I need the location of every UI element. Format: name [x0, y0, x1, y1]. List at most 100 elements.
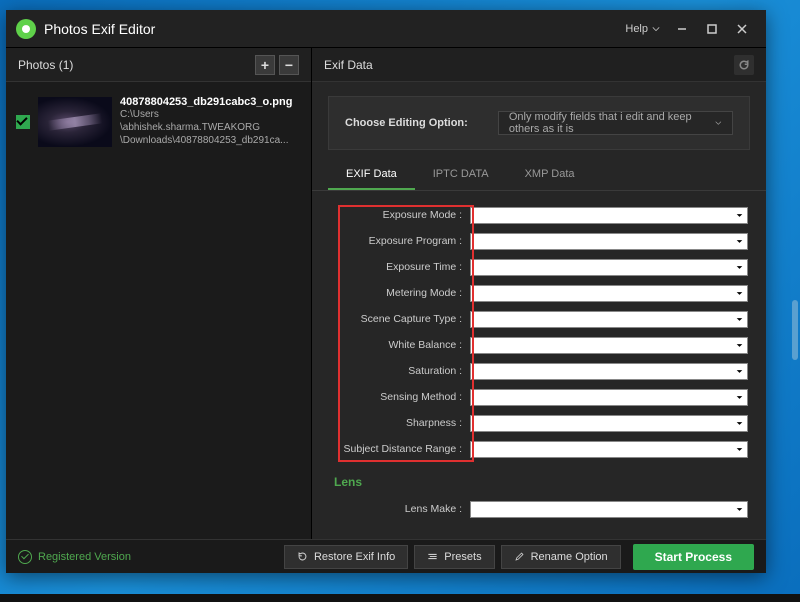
- input-exposure-program[interactable]: [470, 233, 748, 250]
- photo-filename: 40878804253_db291cabc3_o.png: [120, 96, 301, 108]
- chevron-down-icon: [736, 394, 743, 401]
- photos-pane: Photos (1) + − 40878804253_db291cabc3_o.…: [6, 48, 312, 539]
- row-white-balance: White Balance :: [330, 335, 748, 355]
- chevron-down-icon: [736, 238, 743, 245]
- input-exposure-time[interactable]: [470, 259, 748, 276]
- minimize-button[interactable]: [668, 17, 696, 41]
- photo-path-line1: C:\Users: [120, 108, 301, 121]
- start-label: Start Process: [655, 550, 732, 564]
- chevron-down-icon: [736, 368, 743, 375]
- input-sensing-method[interactable]: [470, 389, 748, 406]
- input-sharpness[interactable]: [470, 415, 748, 432]
- rename-option-button[interactable]: Rename Option: [501, 545, 621, 569]
- registered-label: Registered Version: [38, 551, 131, 563]
- taskbar: [0, 594, 800, 602]
- chevron-down-icon: [736, 264, 743, 271]
- photo-list: 40878804253_db291cabc3_o.png C:\Users \a…: [6, 82, 311, 539]
- presets-label: Presets: [444, 551, 481, 563]
- rename-label: Rename Option: [531, 551, 608, 563]
- restore-exif-button[interactable]: Restore Exif Info: [284, 545, 408, 569]
- restore-label: Restore Exif Info: [314, 551, 395, 563]
- label-saturation: Saturation :: [330, 365, 470, 377]
- row-subject-distance: Subject Distance Range :: [330, 439, 748, 459]
- input-white-balance[interactable]: [470, 337, 748, 354]
- editing-option-panel: Choose Editing Option: Only modify field…: [328, 96, 750, 150]
- row-exposure-program: Exposure Program :: [330, 231, 748, 251]
- chevron-down-icon: [736, 290, 743, 297]
- exif-title: Exif Data: [324, 58, 734, 72]
- app-title: Photos Exif Editor: [44, 21, 619, 37]
- maximize-button[interactable]: [698, 17, 726, 41]
- chevron-down-icon: [736, 342, 743, 349]
- chevron-down-icon: [736, 446, 743, 453]
- footer: Registered Version Restore Exif Info Pre…: [6, 539, 766, 573]
- help-menu[interactable]: Help: [619, 19, 666, 39]
- check-circle-icon: [18, 550, 32, 564]
- chevron-down-icon: [652, 25, 660, 33]
- restore-icon: [297, 551, 308, 562]
- input-lens-make[interactable]: [470, 501, 748, 518]
- add-photo-button[interactable]: +: [255, 55, 275, 75]
- photo-item[interactable]: 40878804253_db291cabc3_o.png C:\Users \a…: [16, 96, 301, 147]
- row-saturation: Saturation :: [330, 361, 748, 381]
- editing-option-label: Choose Editing Option:: [345, 117, 468, 129]
- row-metering-mode: Metering Mode :: [330, 283, 748, 303]
- label-sharpness: Sharpness :: [330, 417, 470, 429]
- refresh-icon: [738, 59, 750, 71]
- input-exposure-mode[interactable]: [470, 207, 748, 224]
- scrollbar-thumb[interactable]: [792, 300, 798, 360]
- chevron-down-icon: [736, 420, 743, 427]
- input-scene-capture[interactable]: [470, 311, 748, 328]
- exif-header: Exif Data: [312, 48, 766, 82]
- row-lens-make: Lens Make :: [330, 499, 748, 519]
- presets-button[interactable]: Presets: [414, 545, 494, 569]
- row-exposure-mode: Exposure Mode :: [330, 205, 748, 225]
- row-sharpness: Sharpness :: [330, 413, 748, 433]
- data-tabs: EXIF Data IPTC DATA XMP Data: [312, 160, 766, 191]
- remove-photo-button[interactable]: −: [279, 55, 299, 75]
- chevron-down-icon: [736, 212, 743, 219]
- presets-icon: [427, 551, 438, 562]
- row-scene-capture: Scene Capture Type :: [330, 309, 748, 329]
- input-subject-distance[interactable]: [470, 441, 748, 458]
- close-button[interactable]: [728, 17, 756, 41]
- input-metering-mode[interactable]: [470, 285, 748, 302]
- photo-thumbnail: [38, 97, 112, 147]
- label-white-balance: White Balance :: [330, 339, 470, 351]
- tab-xmp[interactable]: XMP Data: [507, 160, 593, 190]
- input-saturation[interactable]: [470, 363, 748, 380]
- label-exposure-time: Exposure Time :: [330, 261, 470, 273]
- photo-path-line3: \Downloads\40878804253_db291ca...: [120, 134, 301, 147]
- tab-exif[interactable]: EXIF Data: [328, 160, 415, 190]
- photo-path-line2: \abhishek.sharma.TWEAKORG: [120, 121, 301, 134]
- label-subject-distance: Subject Distance Range :: [330, 443, 470, 455]
- editing-option-value: Only modify fields that i edit and keep …: [509, 111, 716, 135]
- app-logo-icon: [16, 19, 36, 39]
- photo-meta: 40878804253_db291cabc3_o.png C:\Users \a…: [120, 96, 301, 147]
- chevron-down-icon: [736, 506, 743, 513]
- label-exposure-program: Exposure Program :: [330, 235, 470, 247]
- photo-checkbox[interactable]: [16, 115, 30, 129]
- chevron-down-icon: [715, 119, 722, 127]
- start-process-button[interactable]: Start Process: [633, 544, 754, 570]
- refresh-button[interactable]: [734, 55, 754, 75]
- photos-header: Photos (1) + −: [6, 48, 311, 82]
- label-lens-make: Lens Make :: [330, 503, 470, 515]
- registered-badge: Registered Version: [18, 550, 131, 564]
- app-window: Photos Exif Editor Help Photos (1) + −: [6, 10, 766, 573]
- editing-option-select[interactable]: Only modify fields that i edit and keep …: [498, 111, 733, 135]
- section-lens: Lens: [334, 475, 748, 489]
- label-sensing-method: Sensing Method :: [330, 391, 470, 403]
- label-exposure-mode: Exposure Mode :: [330, 209, 470, 221]
- row-exposure-time: Exposure Time :: [330, 257, 748, 277]
- exif-form: Exposure Mode : Exposure Program : Expos…: [312, 191, 766, 539]
- label-metering-mode: Metering Mode :: [330, 287, 470, 299]
- help-label: Help: [625, 23, 648, 35]
- titlebar: Photos Exif Editor Help: [6, 10, 766, 48]
- label-scene-capture: Scene Capture Type :: [330, 313, 470, 325]
- row-sensing-method: Sensing Method :: [330, 387, 748, 407]
- photos-count: Photos (1): [18, 58, 251, 72]
- chevron-down-icon: [736, 316, 743, 323]
- pencil-icon: [514, 551, 525, 562]
- tab-iptc[interactable]: IPTC DATA: [415, 160, 507, 190]
